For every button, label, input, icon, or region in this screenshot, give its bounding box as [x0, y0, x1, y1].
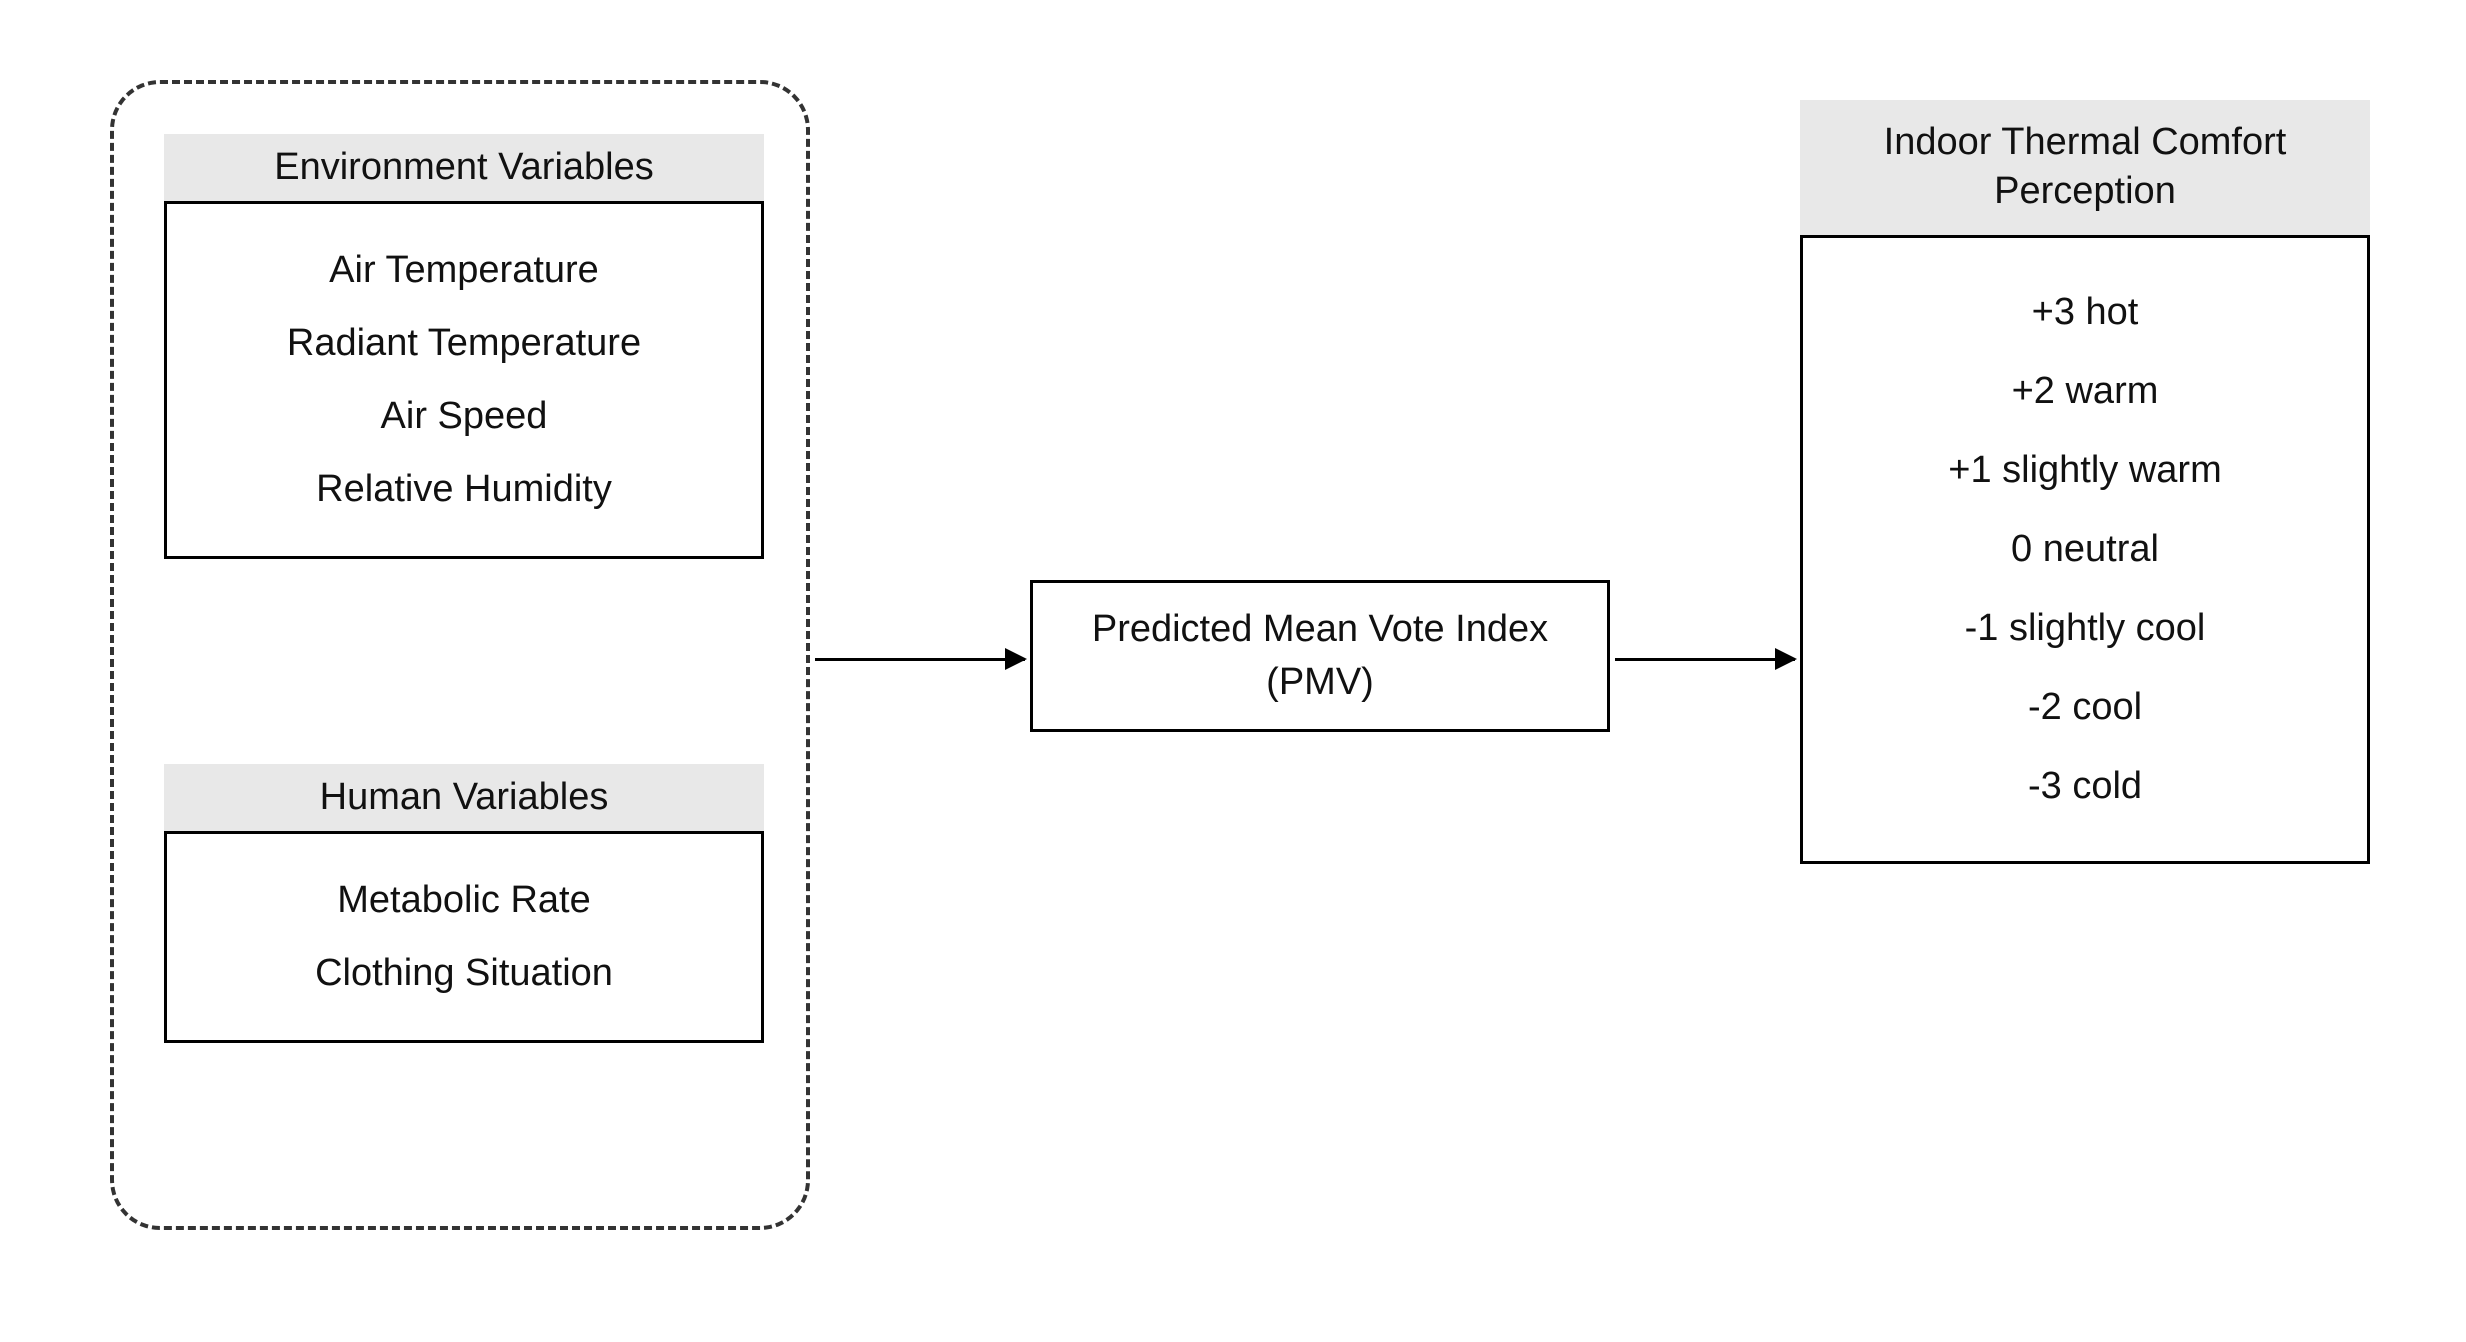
inputs-group-box: Environment Variables Air Temperature Ra…: [110, 80, 810, 1230]
arrow-model-to-output: [1615, 658, 1795, 661]
output-header: Indoor Thermal Comfort Perception: [1800, 100, 2370, 235]
output-section: Indoor Thermal Comfort Perception +3 hot…: [1800, 100, 2370, 864]
scale-item: -1 slightly cool: [1823, 589, 2347, 668]
environment-header: Environment Variables: [164, 134, 764, 201]
human-items-box: Metabolic Rate Clothing Situation: [164, 831, 764, 1043]
environment-items-box: Air Temperature Radiant Temperature Air …: [164, 201, 764, 559]
scale-item: -3 cold: [1823, 747, 2347, 826]
diagram-container: Environment Variables Air Temperature Ra…: [50, 50, 2416, 1292]
env-item: Air Speed: [187, 380, 741, 453]
scale-item: +1 slightly warm: [1823, 431, 2347, 510]
scale-item: 0 neutral: [1823, 510, 2347, 589]
pmv-model-box: Predicted Mean Vote Index (PMV): [1030, 580, 1610, 732]
output-scale-box: +3 hot +2 warm +1 slightly warm 0 neutra…: [1800, 235, 2370, 864]
human-item: Clothing Situation: [187, 937, 741, 1010]
scale-item: +3 hot: [1823, 273, 2347, 352]
scale-item: -2 cool: [1823, 668, 2347, 747]
environment-variables-section: Environment Variables Air Temperature Ra…: [164, 134, 764, 559]
arrow-inputs-to-model: [815, 658, 1025, 661]
human-variables-section: Human Variables Metabolic Rate Clothing …: [164, 764, 764, 1043]
human-item: Metabolic Rate: [187, 864, 741, 937]
pmv-label: Predicted Mean Vote Index (PMV): [1092, 608, 1548, 703]
env-item: Radiant Temperature: [187, 307, 741, 380]
human-header: Human Variables: [164, 764, 764, 831]
env-item: Air Temperature: [187, 234, 741, 307]
scale-item: +2 warm: [1823, 352, 2347, 431]
env-item: Relative Humidity: [187, 453, 741, 526]
